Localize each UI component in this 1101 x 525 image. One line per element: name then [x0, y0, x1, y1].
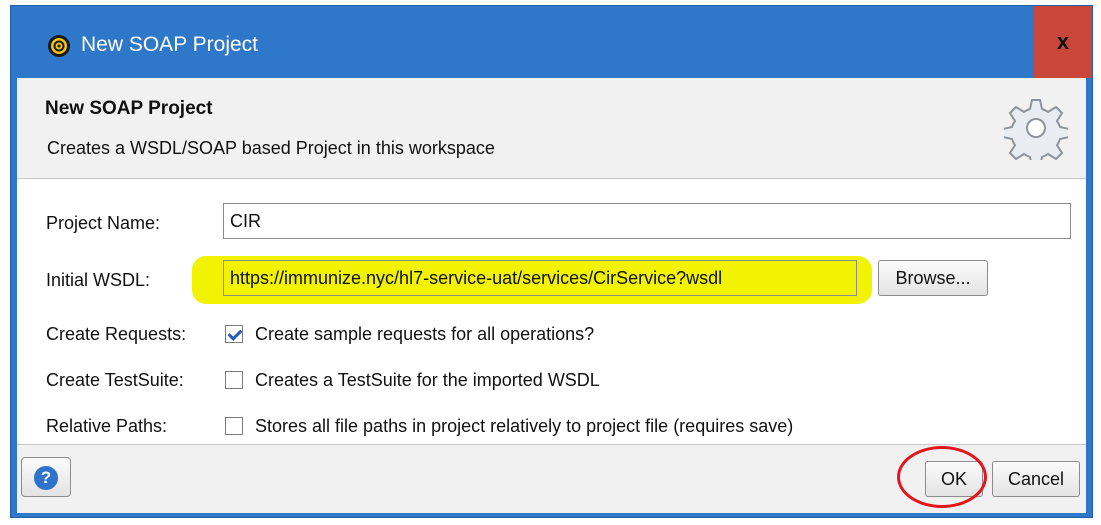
create-testsuite-checkbox[interactable] — [225, 371, 243, 389]
gear-icon — [1004, 99, 1068, 160]
close-icon: x — [1056, 29, 1070, 54]
relative-paths-text: Stores all file paths in project relativ… — [255, 416, 794, 436]
dialog-header: New SOAP Project Creates a WSDL/SOAP bas… — [17, 78, 1086, 179]
browse-button[interactable]: Browse... — [878, 260, 988, 296]
dialog-window: New SOAP Project x New SOAP Project Crea… — [10, 5, 1093, 518]
header-description: Creates a WSDL/SOAP based Project in thi… — [47, 138, 495, 158]
create-requests-text: Create sample requests for all operation… — [255, 324, 595, 344]
relative-paths-checkbox[interactable] — [225, 417, 243, 435]
create-requests-checkbox[interactable] — [225, 325, 243, 343]
red-circle-annotation — [897, 446, 987, 508]
initial-wsdl-input[interactable]: https://immunize.nyc/hl7-service-uat/ser… — [223, 260, 857, 296]
header-title: New SOAP Project — [45, 98, 213, 119]
create-testsuite-text: Creates a TestSuite for the imported WSD… — [255, 370, 600, 390]
cancel-button[interactable]: Cancel — [992, 461, 1080, 497]
initial-wsdl-label: Initial WSDL: — [46, 270, 151, 290]
window-title: New SOAP Project — [81, 33, 259, 56]
form-body: Project Name: CIR Initial WSDL: https://… — [17, 179, 1086, 444]
project-name-input[interactable]: CIR — [223, 203, 1071, 239]
title-bar[interactable]: New SOAP Project x — [11, 6, 1092, 78]
soapui-app-icon — [48, 35, 70, 57]
close-button[interactable]: x — [1034, 6, 1092, 78]
relative-paths-label: Relative Paths: — [46, 416, 168, 436]
help-icon: ? — [34, 466, 58, 490]
project-name-label: Project Name: — [46, 213, 161, 233]
create-requests-label: Create Requests: — [46, 324, 187, 344]
help-button[interactable]: ? — [21, 457, 71, 497]
create-testsuite-label: Create TestSuite: — [46, 370, 184, 390]
